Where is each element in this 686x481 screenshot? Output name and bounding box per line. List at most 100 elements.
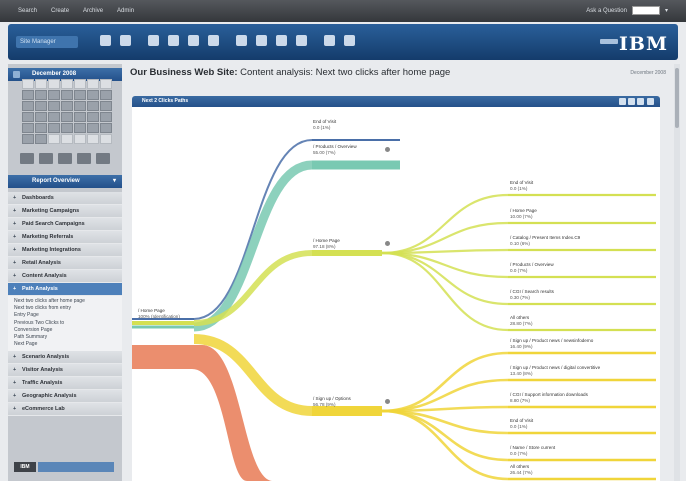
submenu-link[interactable]: Path Summary	[8, 334, 122, 341]
node-exit[interactable]: End of Visit 0.0 (1%)	[313, 119, 336, 131]
calendar-day-cell[interactable]	[35, 123, 47, 133]
node-products[interactable]: / Products / Overview 55.00 (7%)	[313, 144, 357, 156]
flow-home-child[interactable]	[381, 251, 509, 306]
signup-child-node[interactable]: End of Visit 0.0 (1%)	[510, 418, 533, 430]
calendar-day-cell[interactable]	[61, 101, 73, 111]
calendar-day-cell[interactable]	[22, 101, 34, 111]
expand-icon[interactable]: +	[13, 403, 16, 415]
quarter-view-icon[interactable]	[77, 153, 91, 164]
products-expand-dot[interactable]	[385, 147, 390, 152]
help-link[interactable]	[600, 39, 618, 44]
submenu-link[interactable]: Next Page	[8, 341, 122, 348]
sidebar-menu-item[interactable]: + Marketing Campaigns	[8, 205, 122, 218]
month-view-icon[interactable]	[58, 153, 72, 164]
expand-icon[interactable]: +	[13, 244, 16, 256]
expand-icon[interactable]: +	[13, 390, 16, 402]
nav-link-search[interactable]: Search	[18, 8, 37, 14]
calendar-day-cell[interactable]	[100, 79, 112, 89]
sidebar-menu-item[interactable]: + Paid Search Campaigns	[8, 218, 122, 231]
home-child-node[interactable]: All others 28.80 (7%)	[510, 315, 532, 327]
submenu-link[interactable]: Conversion Page	[8, 327, 122, 334]
nav-link-admin[interactable]: Admin	[117, 8, 134, 14]
expand-icon[interactable]: +	[13, 283, 16, 295]
signup-child-node[interactable]: All others 26.44 (7%)	[510, 464, 532, 476]
calendar-day-cell[interactable]	[48, 112, 60, 122]
expand-icon[interactable]: +	[13, 257, 16, 269]
sidebar-menu-item[interactable]: + Geographic Analysis	[8, 390, 122, 404]
settings-icon[interactable]	[324, 35, 335, 46]
calendar-day-cell[interactable]	[35, 90, 47, 100]
sidebar-menu-item[interactable]: + Content Analysis	[8, 270, 122, 283]
filter-icon[interactable]	[148, 35, 159, 46]
dropdown-icon[interactable]: ▾	[665, 7, 668, 14]
calendar-day-cell[interactable]	[74, 112, 86, 122]
calendar-day-cell[interactable]	[61, 134, 73, 144]
maximize-icon[interactable]	[647, 98, 654, 105]
calendar-day-cell[interactable]	[61, 79, 73, 89]
calendar-day-cell[interactable]	[74, 123, 86, 133]
calendar-day-cell[interactable]	[48, 101, 60, 111]
calendar-day-cell[interactable]	[87, 79, 99, 89]
calendar-day-cell[interactable]	[48, 123, 60, 133]
sidebar-menu-item[interactable]: + Path Analysis	[8, 283, 122, 296]
print-icon[interactable]	[256, 35, 267, 46]
root-node[interactable]: / Home Page 100% (Identification)	[138, 308, 180, 320]
week-view-icon[interactable]	[39, 153, 53, 164]
calendar-day-cell[interactable]	[87, 123, 99, 133]
calendar-day-cell[interactable]	[61, 123, 73, 133]
expand-icon[interactable]: +	[13, 205, 16, 217]
submenu-link[interactable]: Previous Two Clicks to	[8, 320, 122, 327]
sidebar-menu-item[interactable]: + Visitor Analysis	[8, 364, 122, 378]
expand-icon[interactable]: +	[13, 231, 16, 243]
calendar-day-cell[interactable]	[35, 79, 47, 89]
report-header[interactable]: Report Overview ▾	[8, 175, 122, 188]
calendar-day-cell[interactable]	[87, 90, 99, 100]
calendar-day-cell[interactable]	[100, 90, 112, 100]
day-view-icon[interactable]	[20, 153, 34, 164]
flow-signup-child[interactable]	[381, 409, 509, 462]
submenu-link[interactable]: Next two clicks from entry	[8, 305, 122, 312]
calendar-day-cell[interactable]	[22, 90, 34, 100]
calendar-day-cell[interactable]	[22, 134, 34, 144]
calendar-day-cell[interactable]	[22, 79, 34, 89]
calendar-day-cell[interactable]	[100, 101, 112, 111]
grid-icon[interactable]	[236, 35, 247, 46]
sidebar-menu-item[interactable]: + Marketing Referrals	[8, 231, 122, 244]
email-icon[interactable]	[276, 35, 287, 46]
collapse-icon[interactable]	[13, 71, 20, 78]
signup-child-node[interactable]: / Sign up / Product news / digital conve…	[510, 365, 600, 377]
print-icon[interactable]	[628, 98, 635, 105]
calendar-day-cell[interactable]	[74, 134, 86, 144]
flow-to-products[interactable]	[193, 160, 313, 332]
sidebar-menu-item[interactable]: + Retail Analysis	[8, 257, 122, 270]
submenu-link[interactable]: Next two clicks after home page	[8, 298, 122, 305]
home-child-node[interactable]: / Products / Overview 0.0 (7%)	[510, 262, 554, 274]
expand-icon[interactable]: +	[13, 270, 16, 282]
sidebar-menu-item[interactable]: + Traffic Analysis	[8, 377, 122, 391]
calendar-day-cell[interactable]	[100, 134, 112, 144]
expand-icon[interactable]: +	[13, 351, 16, 363]
sidebar-menu-item[interactable]: + Scenario Analysis	[8, 351, 122, 365]
calendar-day-cell[interactable]	[35, 101, 47, 111]
calendar-day-cell[interactable]	[74, 90, 86, 100]
help-icon[interactable]	[344, 35, 355, 46]
calendar-day-cell[interactable]	[87, 101, 99, 111]
calendar-day-cell[interactable]	[35, 112, 47, 122]
submenu-link[interactable]: Entry Page	[8, 312, 122, 319]
calendar-day-cell[interactable]	[87, 134, 99, 144]
expand-icon[interactable]: +	[13, 364, 16, 376]
calendar-day-cell[interactable]	[48, 134, 60, 144]
node-signup[interactable]: / Sign up / Options 56.78 (9%)	[313, 396, 351, 408]
node-home[interactable]: / Home Page 97.18 (8%)	[313, 238, 340, 250]
calendar-day-cell[interactable]	[74, 79, 86, 89]
calendar-day-cell[interactable]	[100, 123, 112, 133]
nav-link-create[interactable]: Create	[51, 8, 69, 14]
back-icon[interactable]	[100, 35, 111, 46]
signup-child-node[interactable]: / Name / Store current 0.0 (7%)	[510, 445, 555, 457]
home-child-node[interactable]: / Catalog / Present Items Index.C9 0.10 (…	[510, 235, 580, 247]
signup-child-node[interactable]: / CGI / Support information downloads 8.8…	[510, 392, 588, 404]
calendar-day-cell[interactable]	[87, 112, 99, 122]
sidebar-menu-item[interactable]: + eCommerce Lab	[8, 403, 122, 417]
calendar-day-cell[interactable]	[48, 90, 60, 100]
home-expand-dot[interactable]	[385, 241, 390, 246]
